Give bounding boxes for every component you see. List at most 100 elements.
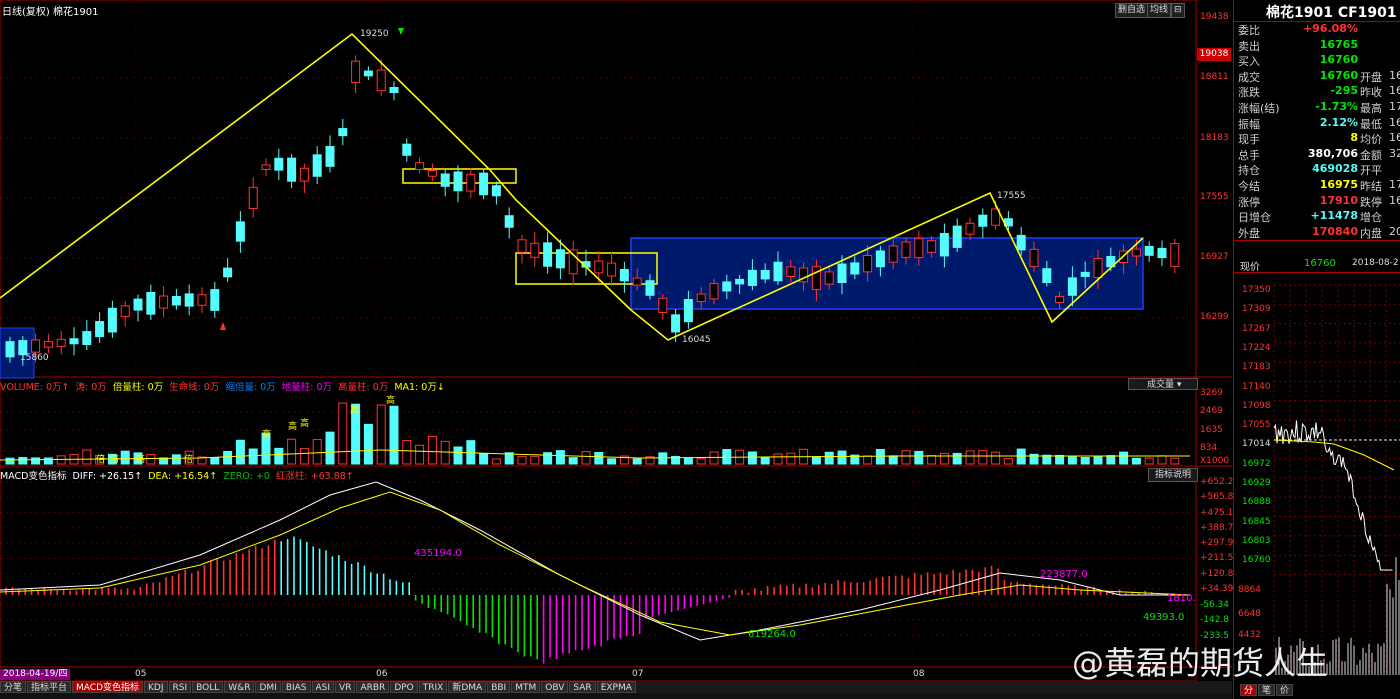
vol-item: 缩倍量: 0万 bbox=[225, 382, 276, 393]
tab-boll[interactable]: BOLL bbox=[192, 681, 224, 693]
volume-bar bbox=[18, 457, 28, 465]
tab-bbi[interactable]: BBI bbox=[487, 681, 511, 693]
tab-trades[interactable]: 笔 bbox=[1258, 684, 1276, 696]
macd-trough-label: 619264.0 bbox=[748, 629, 796, 640]
candle-body bbox=[274, 157, 284, 171]
quote-label: 昨结 bbox=[1360, 180, 1382, 193]
tab-dpo[interactable]: DPO bbox=[390, 681, 418, 693]
volume-bar bbox=[376, 404, 386, 465]
kline-chart-area[interactable]: 日线(复权) 棉花1901 删自选 均线 ⊟ 19438 19038 18811… bbox=[0, 0, 1233, 699]
tab-minute[interactable]: 分 bbox=[1240, 684, 1258, 696]
candle-body bbox=[760, 269, 770, 280]
candle-body bbox=[824, 271, 834, 285]
volume-bar bbox=[747, 451, 757, 465]
vol-item: 倍量柱: 0万 bbox=[112, 382, 164, 393]
cursor-date-tag: 2018-04-19/四 bbox=[0, 669, 71, 680]
candle-body bbox=[146, 291, 156, 315]
candle-body bbox=[312, 154, 322, 177]
macd-small-label: 1810. bbox=[1167, 593, 1196, 604]
tab-kdj[interactable]: KDJ bbox=[144, 681, 168, 693]
quote-label: 最低 bbox=[1360, 117, 1382, 131]
candle-body bbox=[811, 266, 821, 291]
macd-tick: -142.8 bbox=[1200, 615, 1230, 625]
tab-wr[interactable]: W&R bbox=[224, 681, 255, 693]
candle-body bbox=[69, 338, 79, 345]
tab-indicator-platform[interactable]: 指标平台 bbox=[27, 681, 72, 693]
tab-dmi[interactable]: DMI bbox=[255, 681, 281, 693]
quote-row: 持仓 469028 开平 bbox=[1238, 162, 1400, 178]
quote-row: 买入 16760 bbox=[1238, 53, 1400, 69]
candle-body bbox=[82, 331, 92, 345]
candle-body bbox=[376, 69, 386, 92]
price-tick: 17555 bbox=[1200, 192, 1229, 202]
tab-macd-color[interactable]: MACD变色指标 bbox=[72, 681, 144, 693]
vol-item: VOLUME: 0万↑ bbox=[0, 382, 70, 393]
quote-value: 8 bbox=[1350, 131, 1358, 145]
tab-price[interactable]: 价 bbox=[1276, 684, 1294, 696]
tab-mtm[interactable]: MTM bbox=[511, 681, 541, 693]
volume-bar bbox=[491, 458, 501, 465]
candle-body bbox=[133, 298, 143, 311]
price-tick: 19438 bbox=[1200, 12, 1229, 22]
volume-bar bbox=[594, 451, 604, 465]
candle-body bbox=[325, 145, 335, 167]
low-price-label: 16045 bbox=[682, 335, 711, 345]
tab-vr[interactable]: VR bbox=[335, 681, 356, 693]
tab-sar[interactable]: SAR bbox=[569, 681, 596, 693]
tab-new-dma[interactable]: 新DMA bbox=[448, 681, 487, 693]
candle-body bbox=[786, 266, 796, 277]
quote-label: 今结 bbox=[1238, 180, 1260, 193]
tab-obv[interactable]: OBV bbox=[541, 681, 569, 693]
quote-label: 最高 bbox=[1360, 102, 1382, 115]
consolidation-box bbox=[630, 237, 1144, 310]
tab-asi[interactable]: ASI bbox=[311, 681, 335, 693]
candle-body bbox=[248, 186, 258, 210]
down-arrow-icon bbox=[398, 28, 404, 35]
candle-body bbox=[978, 214, 988, 227]
volume-bar bbox=[1067, 456, 1077, 465]
intraday-vol-tick: 6648 bbox=[1238, 609, 1261, 619]
volume-select[interactable]: 成交量 ▾ bbox=[1128, 378, 1198, 390]
volume-bar bbox=[978, 450, 988, 465]
tab-bias[interactable]: BIAS bbox=[281, 681, 311, 693]
quote-value: 16765 bbox=[1319, 37, 1358, 51]
candle-body bbox=[197, 294, 207, 306]
candle-body bbox=[1067, 277, 1077, 296]
candle-body bbox=[709, 283, 719, 300]
volume-bar bbox=[568, 457, 578, 465]
tab-arbr[interactable]: ARBR bbox=[356, 681, 390, 693]
tab-rsi[interactable]: RSI bbox=[168, 681, 192, 693]
vol-item: 涛: 0万 bbox=[75, 382, 107, 393]
weibo-watermark: @黄磊的期货人生 bbox=[1072, 644, 1329, 682]
quote-label: 卖出 bbox=[1238, 39, 1260, 53]
volume-bar bbox=[1003, 458, 1013, 465]
volume-bar bbox=[824, 451, 834, 465]
candle-body bbox=[338, 128, 348, 137]
candle-body bbox=[850, 262, 860, 275]
volume-bar bbox=[287, 438, 297, 465]
quote-label: 开平 bbox=[1360, 164, 1382, 178]
volume-bar bbox=[991, 451, 1001, 465]
candle-body bbox=[184, 293, 194, 307]
quote-value: -1.73% bbox=[1315, 100, 1358, 113]
candle-body bbox=[453, 171, 463, 192]
macd-item: DEA: +16.54↑ bbox=[148, 471, 218, 482]
candle-body bbox=[1029, 248, 1039, 268]
indicator-help-button[interactable]: 指标说明 bbox=[1148, 468, 1198, 482]
tab-tick[interactable]: 分笔 bbox=[0, 681, 27, 693]
volume-bar bbox=[171, 454, 181, 465]
intraday-chart[interactable] bbox=[1234, 280, 1400, 685]
quote-label: 成交 bbox=[1238, 70, 1260, 84]
tab-expma[interactable]: EXPMA bbox=[596, 681, 636, 693]
candle-body bbox=[658, 297, 668, 314]
volume-bar bbox=[1042, 454, 1052, 465]
candle-body bbox=[1080, 271, 1090, 277]
tab-trix[interactable]: TRIX bbox=[418, 681, 448, 693]
candle-body bbox=[1042, 268, 1052, 283]
volume-bar bbox=[338, 402, 348, 465]
volume-bar bbox=[875, 449, 885, 465]
now-price-label: 现价 bbox=[1240, 262, 1260, 273]
quote-value: 16975 bbox=[1319, 178, 1358, 191]
vol-tag: 倍 bbox=[96, 455, 106, 465]
candle-body bbox=[5, 341, 15, 358]
